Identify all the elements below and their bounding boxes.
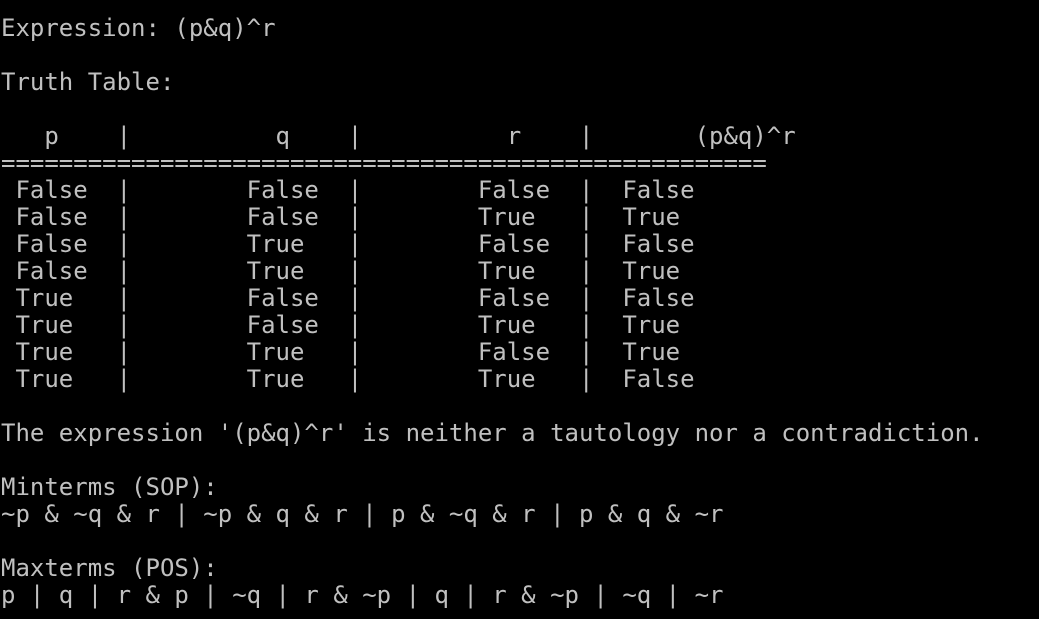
terminal-window[interactable]: Expression: (p&q)^r Truth Table: p | q |… xyxy=(0,0,1039,619)
result-line: The expression '(p&q)^r' is neither a ta… xyxy=(1,419,984,447)
table-row: False | True | True | True xyxy=(1,257,681,285)
expression-line: Expression: (p&q)^r xyxy=(1,14,276,42)
minterms-title: Minterms (SOP): xyxy=(1,473,218,501)
minterms-line: ~p & ~q & r | ~p & q & r | p & ~q & r | … xyxy=(1,500,724,528)
table-row: True | True | True | False xyxy=(1,365,695,393)
table-row: True | False | True | True xyxy=(1,311,681,339)
table-row: False | False | False | False xyxy=(1,176,695,204)
table-row: True | False | False | False xyxy=(1,284,695,312)
table-row: False | True | False | False xyxy=(1,230,695,258)
maxterms-line: p | q | r & p | ~q | r & ~p | q | r & ~p… xyxy=(1,581,724,609)
truth-table-title: Truth Table: xyxy=(1,68,175,96)
table-header: p | q | r | (p&q)^r xyxy=(1,122,796,150)
table-row: False | False | True | True xyxy=(1,203,681,231)
maxterms-title: Maxterms (POS): xyxy=(1,554,218,582)
table-separator: ========================================… xyxy=(1,149,767,177)
table-row: True | True | False | True xyxy=(1,338,681,366)
